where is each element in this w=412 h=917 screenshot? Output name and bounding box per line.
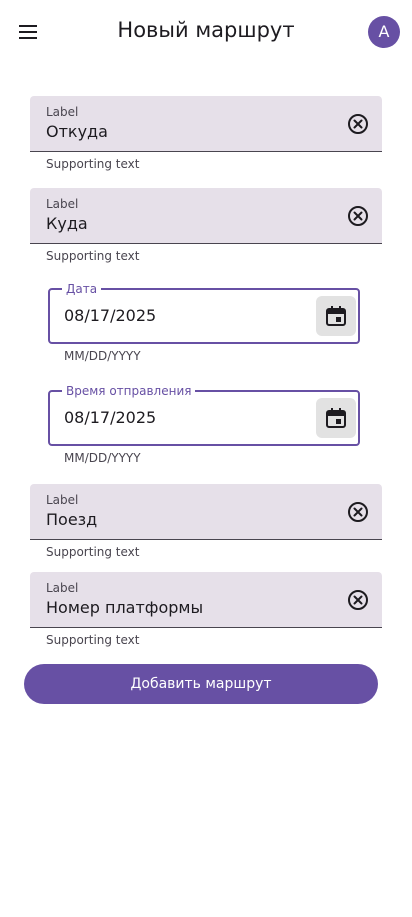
from-field-label: Label: [46, 105, 79, 119]
clear-icon[interactable]: [346, 204, 370, 228]
departure-field[interactable]: Время отправления 08/17/2025: [48, 383, 360, 446]
to-supporting-text: Supporting text: [46, 249, 140, 263]
departure-field-label: Время отправления: [62, 383, 196, 399]
from-field-value[interactable]: Откуда: [46, 121, 108, 143]
date-field-label: Дата: [62, 281, 102, 297]
train-field-value[interactable]: Поезд: [46, 509, 97, 531]
avatar[interactable]: A: [368, 16, 400, 48]
to-field[interactable]: Label Куда: [30, 188, 382, 244]
clear-icon[interactable]: [346, 588, 370, 612]
top-app-bar: Новый маршрут A: [0, 0, 412, 64]
from-supporting-text: Supporting text: [46, 157, 140, 171]
date-supporting-text: MM/DD/YYYY: [64, 349, 141, 363]
calendar-icon: [326, 408, 346, 428]
to-field-value[interactable]: Куда: [46, 213, 88, 235]
clear-icon[interactable]: [346, 500, 370, 524]
train-supporting-text: Supporting text: [46, 545, 140, 559]
to-field-label: Label: [46, 197, 79, 211]
departure-picker-button[interactable]: [316, 398, 356, 438]
page-title: Новый маршрут: [117, 18, 295, 42]
train-field-label: Label: [46, 493, 79, 507]
departure-supporting-text: MM/DD/YYYY: [64, 451, 141, 465]
train-field[interactable]: Label Поезд: [30, 484, 382, 540]
from-field[interactable]: Label Откуда: [30, 96, 382, 152]
platform-field-label: Label: [46, 581, 79, 595]
platform-field[interactable]: Label Номер платформы: [30, 572, 382, 628]
departure-field-value[interactable]: 08/17/2025: [64, 407, 156, 429]
add-route-button[interactable]: Добавить маршрут: [24, 664, 378, 704]
date-field-value[interactable]: 08/17/2025: [64, 305, 156, 327]
platform-field-value[interactable]: Номер платформы: [46, 597, 203, 619]
clear-icon[interactable]: [346, 112, 370, 136]
date-field[interactable]: Дата 08/17/2025: [48, 281, 360, 344]
calendar-icon: [326, 306, 346, 326]
platform-supporting-text: Supporting text: [46, 633, 140, 647]
date-picker-button[interactable]: [316, 296, 356, 336]
